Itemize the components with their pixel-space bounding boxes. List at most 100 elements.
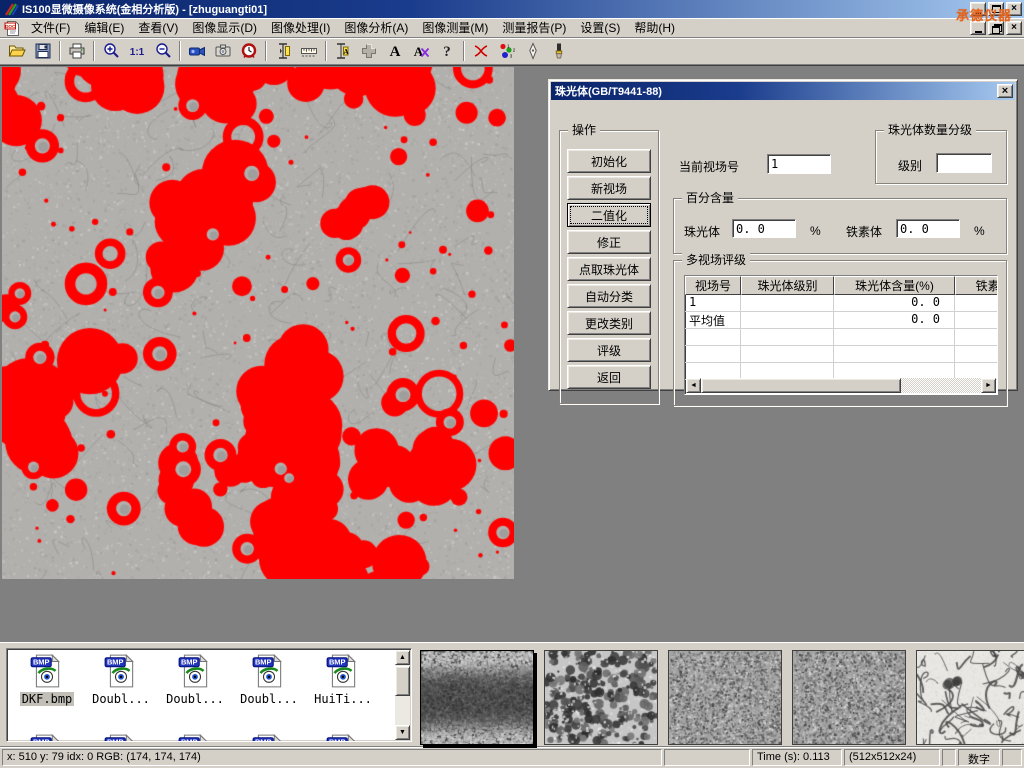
menu-f[interactable]: 文件(F) bbox=[24, 17, 77, 38]
measure-text-button[interactable]: A bbox=[330, 40, 356, 63]
op-button-3[interactable]: 二值化 bbox=[567, 203, 651, 227]
file-item-4[interactable]: BMPDoubl... bbox=[232, 653, 306, 706]
menu-d[interactable]: 图像显示(D) bbox=[185, 17, 264, 38]
thumbnail-1[interactable] bbox=[420, 650, 534, 745]
menu-i[interactable]: 图像处理(I) bbox=[264, 17, 337, 38]
dialog-close-icon[interactable]: × bbox=[997, 84, 1013, 98]
table-row[interactable]: 平均值0. 0 bbox=[685, 312, 997, 329]
file-name: HuiTi... bbox=[312, 692, 374, 706]
actual-size-button[interactable]: 1:1 bbox=[124, 40, 150, 63]
scroll-left-icon[interactable]: ◄ bbox=[686, 378, 701, 393]
grid-button[interactable] bbox=[356, 40, 382, 63]
current-field-input[interactable] bbox=[767, 154, 831, 174]
table-horizontal-scrollbar[interactable]: ◄ ► bbox=[686, 378, 996, 393]
menu-v[interactable]: 查看(V) bbox=[131, 17, 185, 38]
menu-p[interactable]: 测量报告(P) bbox=[495, 17, 573, 38]
table-row[interactable]: 10. 0 bbox=[685, 295, 997, 312]
op-button-5[interactable]: 点取珠光体 bbox=[567, 257, 651, 281]
toolbar-separator bbox=[325, 41, 327, 61]
pen-tool-button[interactable] bbox=[520, 40, 546, 63]
ferrite-percent-input[interactable] bbox=[896, 219, 960, 238]
actual-size-icon: 1:1 bbox=[128, 42, 146, 60]
mdi-minimize-icon[interactable] bbox=[970, 21, 986, 35]
file-item-partial[interactable]: BMP bbox=[232, 733, 306, 742]
table-column-header[interactable]: 视场号 bbox=[685, 276, 741, 295]
timer-button[interactable] bbox=[236, 40, 262, 63]
micrograph-image[interactable] bbox=[2, 67, 514, 579]
grade-input[interactable] bbox=[936, 153, 992, 173]
op-button-6[interactable]: 自动分类 bbox=[567, 284, 651, 308]
save-icon bbox=[34, 42, 52, 60]
file-item-1[interactable]: BMPDKF.bmp bbox=[10, 653, 84, 706]
scroll-right-icon[interactable]: ► bbox=[981, 378, 996, 393]
op-button-8[interactable]: 评级 bbox=[567, 338, 651, 362]
processing-time: Time (s): 0.113 bbox=[752, 749, 842, 766]
scrollbar-track[interactable] bbox=[901, 378, 981, 393]
brush-tool-button[interactable] bbox=[546, 40, 572, 63]
zoom-out-button[interactable] bbox=[150, 40, 176, 63]
file-item-2[interactable]: BMPDoubl... bbox=[84, 653, 158, 706]
thumbnail-4[interactable] bbox=[792, 650, 906, 745]
thumbnail-5[interactable] bbox=[916, 650, 1024, 745]
caliper-button[interactable] bbox=[270, 40, 296, 63]
menu-m[interactable]: 图像测量(M) bbox=[415, 17, 495, 38]
menu-h[interactable]: 帮助(H) bbox=[627, 17, 682, 38]
scroll-down-icon[interactable]: ▼ bbox=[395, 725, 410, 740]
table-row[interactable] bbox=[685, 346, 997, 363]
thumbnail-3[interactable] bbox=[668, 650, 782, 745]
dialog-title-bar[interactable]: 珠光体(GB/T9441-88) × bbox=[551, 82, 1015, 100]
op-button-4[interactable]: 修正 bbox=[567, 230, 651, 254]
close-icon[interactable]: × bbox=[1006, 2, 1022, 16]
op-button-7[interactable]: 更改类别 bbox=[567, 311, 651, 335]
scroll-up-icon[interactable]: ▲ bbox=[395, 650, 410, 665]
mdi-restore-icon[interactable] bbox=[988, 21, 1004, 35]
pearlite-percent-input[interactable] bbox=[732, 219, 796, 238]
print-button[interactable] bbox=[64, 40, 90, 63]
menu-a[interactable]: 图像分析(A) bbox=[337, 17, 415, 38]
window-controls: × bbox=[970, 2, 1022, 16]
table-column-header[interactable]: 珠光体含量(%) bbox=[834, 276, 955, 295]
open-button[interactable] bbox=[4, 40, 30, 63]
curve-tool-button[interactable] bbox=[468, 40, 494, 63]
file-item-partial[interactable]: BMP bbox=[10, 733, 84, 742]
bmp-file-icon: BMP bbox=[325, 653, 361, 689]
scrollbar-thumb[interactable] bbox=[701, 378, 901, 393]
point-markers-button[interactable]: 123 bbox=[494, 40, 520, 63]
bottom-panel: BMPDKF.bmpBMPDoubl...BMPDoubl...BMPDoubl… bbox=[0, 642, 1024, 746]
zoom-in-button[interactable] bbox=[98, 40, 124, 63]
save-button[interactable] bbox=[30, 40, 56, 63]
file-item-partial[interactable]: BMP bbox=[158, 733, 232, 742]
table-column-header[interactable]: 铁素体含量(%) bbox=[955, 276, 997, 295]
table-column-header[interactable]: 珠光体级别 bbox=[741, 276, 834, 295]
file-list-scrollbar[interactable]: ▲ ▼ bbox=[395, 650, 410, 740]
file-item-3[interactable]: BMPDoubl... bbox=[158, 653, 232, 706]
file-item-partial[interactable]: BMP bbox=[84, 733, 158, 742]
file-item-5[interactable]: BMP HuiTi... bbox=[306, 653, 380, 706]
help-button[interactable]: ? bbox=[434, 40, 460, 63]
scrollbar-thumb[interactable] bbox=[395, 666, 410, 696]
svg-text:DOC: DOC bbox=[5, 24, 16, 29]
menu-s[interactable]: 设置(S) bbox=[573, 17, 627, 38]
svg-text:BMP: BMP bbox=[33, 738, 50, 742]
document-icon[interactable]: DOC bbox=[4, 20, 20, 36]
menu-e[interactable]: 编辑(E) bbox=[77, 17, 131, 38]
status-panel-empty bbox=[664, 749, 750, 766]
bmp-file-icon: BMP bbox=[251, 733, 287, 742]
op-button-2[interactable]: 新视场 bbox=[567, 176, 651, 200]
toolbar: 1:1AAA?123 bbox=[0, 38, 1024, 65]
camera-capture-button[interactable] bbox=[210, 40, 236, 63]
point-markers-icon: 123 bbox=[498, 42, 516, 60]
text-style-button[interactable]: A bbox=[408, 40, 434, 63]
file-name: Doubl... bbox=[90, 692, 152, 706]
op-button-1[interactable]: 初始化 bbox=[567, 149, 651, 173]
thumbnail-2[interactable] bbox=[544, 650, 658, 745]
file-item-partial[interactable]: BMP bbox=[306, 733, 380, 742]
video-capture-button[interactable] bbox=[184, 40, 210, 63]
text-button[interactable]: A bbox=[382, 40, 408, 63]
ruler-button[interactable] bbox=[296, 40, 322, 63]
table-row[interactable] bbox=[685, 329, 997, 346]
maximize-icon[interactable] bbox=[988, 2, 1004, 16]
mdi-close-icon[interactable]: × bbox=[1006, 21, 1022, 35]
minimize-icon[interactable] bbox=[970, 2, 986, 16]
op-button-9[interactable]: 返回 bbox=[567, 365, 651, 389]
